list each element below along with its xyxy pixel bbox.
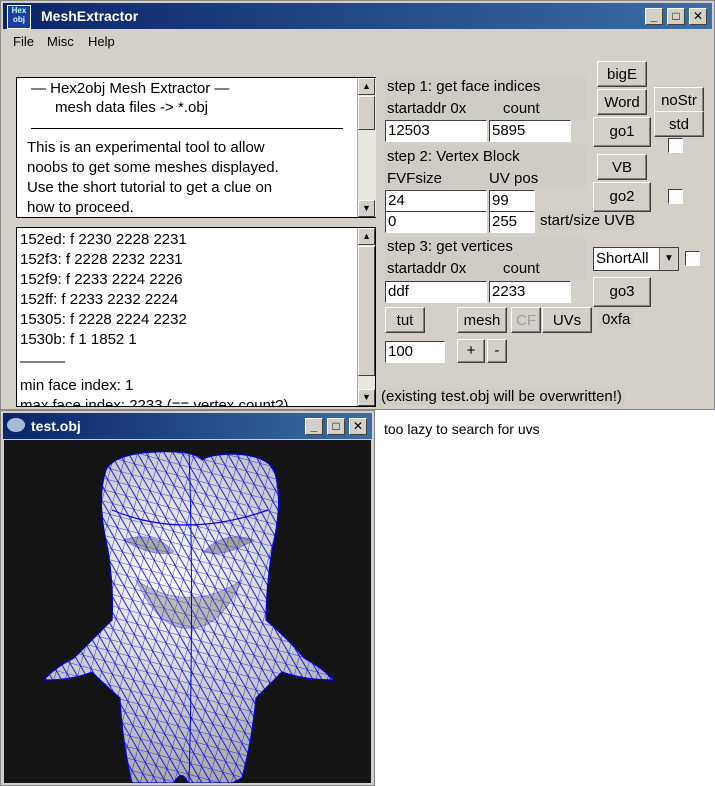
uvb-start-input[interactable]: 0	[385, 211, 487, 233]
obj-title-bar[interactable]: test.obj _ □ ✕	[3, 413, 372, 439]
select-value: ShortAll	[596, 250, 649, 267]
scroll-down-icon[interactable]: ▼	[358, 389, 375, 406]
step3-title: step 3: get vertices	[387, 238, 513, 255]
go2-checkbox[interactable]	[668, 189, 683, 204]
overwrite-warning: (existing test.obj will be overwritten!)	[378, 388, 625, 405]
list-item: ———	[20, 353, 65, 370]
list-item: max face index: 2233 (== vertex count?)	[20, 397, 289, 407]
close-icon[interactable]: ✕	[689, 8, 707, 25]
output-scrollbar[interactable]: ▲ ▼	[357, 228, 375, 406]
bige-button[interactable]: bigE	[597, 61, 647, 87]
cf-button[interactable]: CF	[511, 307, 541, 333]
minimize-icon[interactable]: _	[645, 8, 663, 25]
step1-count-input[interactable]: 5895	[489, 120, 571, 142]
step2-fvf-label: FVFsize	[387, 170, 443, 187]
step2-title: step 2: Vertex Block	[387, 148, 520, 165]
go2-button[interactable]: go2	[593, 182, 651, 212]
step1-count-label: count	[503, 100, 540, 117]
menu-misc[interactable]: Misc	[47, 34, 74, 49]
divider	[31, 128, 343, 129]
std-button[interactable]: std	[654, 111, 704, 137]
uvb-size-input[interactable]: 255	[489, 211, 535, 233]
info-box: — Hex2obj Mesh Extractor — mesh data fil…	[16, 77, 376, 218]
word-button[interactable]: Word	[597, 89, 647, 115]
step3-startaddr-input[interactable]: ddf	[385, 281, 487, 303]
hex-value-label: 0xfa	[599, 311, 634, 328]
obj-window-title: test.obj	[31, 418, 81, 434]
chevron-down-icon[interactable]: ▼	[659, 248, 678, 270]
main-window: Hex obj MeshExtractor _ □ ✕ File Misc He…	[0, 0, 715, 410]
window-title: MeshExtractor	[41, 8, 139, 24]
step2-uvpos-label: UV pos	[489, 170, 539, 187]
app-icon: Hex obj	[7, 5, 31, 29]
scroll-thumb[interactable]	[358, 96, 375, 130]
go1-button[interactable]: go1	[593, 117, 651, 147]
list-item: 1530b: f 1 1852 1	[20, 331, 137, 348]
list-item: 152f3: f 2228 2232 2231	[20, 251, 183, 268]
list-item: 15305: f 2228 2224 2232	[20, 311, 187, 328]
shortall-checkbox[interactable]	[685, 251, 700, 266]
uvpos-input[interactable]: 99	[489, 190, 535, 212]
side-note: too lazy to search for uvs	[384, 421, 540, 437]
info-text: This is an experimental tool to allow no…	[27, 139, 279, 216]
scroll-down-icon[interactable]: ▼	[358, 200, 375, 217]
fvfsize-input[interactable]: 24	[385, 190, 487, 212]
output-text: 152ed: f 2230 2228 2231 152f3: f 2228 22…	[20, 230, 289, 407]
startsize-uvb-label: start/size UVB	[537, 211, 639, 230]
step3-startaddr-label: startaddr 0x	[387, 260, 467, 277]
mesh-viewport[interactable]	[4, 440, 371, 783]
mesh-button[interactable]: mesh	[457, 307, 507, 333]
minimize-icon[interactable]: _	[305, 418, 323, 435]
step1-startaddr-label: startaddr 0x	[387, 100, 467, 117]
list-item: 152ff: f 2233 2232 2224	[20, 291, 179, 308]
uvs-button[interactable]: UVs	[542, 307, 592, 333]
nostr-button[interactable]: noStr	[654, 87, 704, 113]
scroll-up-icon[interactable]: ▲	[358, 228, 375, 245]
std-checkbox[interactable]	[668, 138, 683, 153]
plus-button[interactable]: +	[457, 339, 485, 363]
zoom-input[interactable]: 100	[385, 341, 445, 363]
obj-app-icon	[7, 418, 25, 432]
info-subtitle: mesh data files -> *.obj	[55, 99, 208, 116]
menu-help[interactable]: Help	[88, 34, 115, 49]
list-item: 152ed: f 2230 2228 2231	[20, 231, 187, 248]
minus-button[interactable]: -	[487, 339, 507, 363]
maximize-icon[interactable]: □	[327, 418, 345, 435]
list-item: 152f9: f 2233 2224 2226	[20, 271, 183, 288]
output-list[interactable]: 152ed: f 2230 2228 2231 152f3: f 2228 22…	[16, 227, 376, 407]
menu-file[interactable]: File	[13, 34, 34, 49]
info-scrollbar[interactable]: ▲ ▼	[357, 78, 376, 217]
maximize-icon[interactable]: □	[667, 8, 685, 25]
step3-count-input[interactable]: 2233	[489, 281, 571, 303]
scroll-up-icon[interactable]: ▲	[358, 78, 375, 95]
scroll-thumb[interactable]	[358, 246, 375, 376]
list-item: min face index: 1	[20, 377, 134, 394]
step3-count-label: count	[503, 260, 540, 277]
go3-button[interactable]: go3	[593, 277, 651, 307]
step1-title: step 1: get face indices	[387, 78, 541, 95]
close-icon[interactable]: ✕	[349, 418, 367, 435]
format-select[interactable]: ShortAll ▼	[593, 247, 679, 271]
obj-window: test.obj _ □ ✕	[0, 410, 375, 786]
tut-button[interactable]: tut	[385, 307, 425, 333]
step1-startaddr-input[interactable]: 12503	[385, 120, 487, 142]
vb-button[interactable]: VB	[597, 154, 647, 180]
info-title: — Hex2obj Mesh Extractor —	[31, 80, 230, 97]
main-title-bar[interactable]: Hex obj MeshExtractor _ □ ✕	[3, 3, 712, 29]
